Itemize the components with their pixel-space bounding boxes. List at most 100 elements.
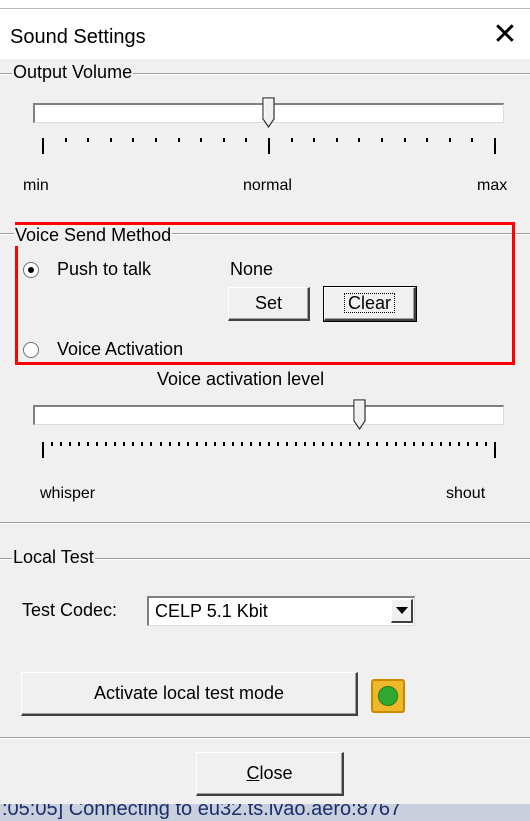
slider-tick	[448, 442, 451, 446]
slider-tick	[132, 442, 135, 446]
close-mnemonic: C	[246, 763, 260, 783]
slider-tick	[177, 442, 180, 446]
voice-activation-radio[interactable]	[23, 342, 39, 358]
slider-tick	[213, 442, 216, 446]
slider-tick	[87, 138, 90, 142]
slider-tick	[385, 442, 388, 446]
slider-tick	[105, 442, 108, 446]
slider-tick	[87, 442, 90, 446]
slider-tick	[42, 442, 44, 458]
output-volume-max-label: max	[477, 177, 508, 194]
slider-tick	[430, 442, 433, 446]
slider-tick	[114, 442, 117, 446]
slider-tick	[155, 138, 157, 142]
local-test-top-divider	[0, 522, 530, 524]
push-to-talk-radio[interactable]	[23, 262, 39, 278]
slider-tick	[466, 442, 469, 446]
slider-tick	[403, 138, 406, 142]
slider-tick	[249, 442, 252, 446]
voice-activation-level-slider[interactable]	[33, 405, 504, 425]
slider-tick	[358, 138, 361, 142]
slider-tick	[195, 442, 198, 446]
slider-tick	[494, 442, 496, 458]
test-codec-label: Test Codec:	[22, 600, 118, 620]
close-button[interactable]: Close	[196, 752, 344, 796]
slider-tick	[51, 442, 54, 446]
push-to-talk-key-value: None	[230, 259, 274, 279]
slider-tick	[494, 138, 496, 154]
close-label-rest: lose	[259, 763, 293, 783]
slider-tick	[331, 442, 334, 446]
slider-tick	[141, 442, 144, 446]
slider-tick	[439, 442, 442, 446]
activate-local-test-button[interactable]: Activate local test mode	[21, 672, 358, 716]
slider-tick	[290, 138, 293, 142]
slider-tick	[313, 442, 316, 446]
slider-tick	[376, 442, 379, 446]
slider-tick	[367, 442, 370, 446]
slider-tick	[132, 138, 135, 142]
slider-tick	[69, 442, 72, 446]
slider-tick	[159, 442, 162, 446]
push-to-talk-label[interactable]: Push to talk	[57, 259, 151, 280]
slider-tick	[457, 442, 460, 446]
slider-tick	[222, 138, 225, 142]
voice-activation-level-label: Voice activation level	[157, 369, 325, 389]
radio-selected-dot	[28, 267, 34, 273]
local-test-indicator	[371, 679, 405, 713]
slider-tick	[200, 138, 203, 142]
local-test-group-label: Local Test	[12, 547, 95, 568]
slider-tick	[277, 442, 280, 446]
voice-activation-level-slider-thumb[interactable]	[352, 399, 367, 431]
slider-tick	[177, 138, 180, 142]
slider-tick	[484, 442, 487, 446]
window-title: Sound Settings	[10, 26, 146, 48]
slider-tick	[286, 442, 289, 446]
slider-tick	[475, 442, 478, 446]
slider-tick	[64, 138, 67, 142]
slider-tick	[335, 138, 338, 142]
slider-tick	[96, 442, 99, 446]
output-volume-group-label: Output Volume	[12, 62, 134, 83]
slider-tick	[394, 442, 397, 446]
slider-tick	[313, 138, 316, 142]
slider-tick	[322, 442, 325, 446]
slider-tick	[42, 138, 44, 154]
slider-tick	[426, 138, 429, 142]
test-codec-select[interactable]: CELP 5.1 Kbit	[147, 596, 415, 626]
bottom-divider	[0, 737, 530, 739]
window-top-edge	[0, 0, 530, 9]
voice-level-shout-label: shout	[446, 485, 486, 502]
output-volume-min-label: min	[23, 177, 49, 194]
test-codec-value: CELP 5.1 Kbit	[155, 601, 268, 621]
slider-tick	[448, 138, 451, 142]
slider-tick	[240, 442, 243, 446]
slider-tick	[78, 442, 81, 446]
slider-tick	[186, 442, 189, 446]
slider-tick	[268, 138, 270, 154]
slider-tick	[258, 442, 261, 446]
slider-tick	[222, 442, 225, 446]
status-light-icon	[378, 686, 398, 706]
slider-tick	[403, 442, 406, 446]
slider-tick	[349, 442, 352, 446]
output-volume-slider-thumb[interactable]	[261, 97, 276, 129]
voice-send-group-label: Voice Send Method	[14, 225, 173, 246]
close-window-button[interactable]: ✕	[488, 18, 522, 52]
slider-tick	[245, 138, 248, 142]
slider-tick	[231, 442, 234, 446]
slider-tick	[412, 442, 415, 446]
slider-tick	[109, 138, 112, 142]
slider-tick	[304, 442, 307, 446]
slider-tick	[295, 442, 298, 446]
slider-tick	[421, 442, 424, 446]
slider-tick	[60, 442, 63, 446]
set-key-button[interactable]: Set	[228, 287, 310, 321]
voice-level-whisper-label: whisper	[40, 485, 96, 502]
voice-activation-label[interactable]: Voice Activation	[57, 339, 183, 360]
background-status-strip: :05:05] Connecting to eu32.ts.ivao.aero:…	[0, 804, 530, 821]
clear-key-button[interactable]: Clear	[323, 286, 417, 322]
dropdown-arrow-button[interactable]	[391, 599, 413, 623]
slider-tick	[340, 442, 343, 446]
slider-tick	[268, 442, 270, 446]
